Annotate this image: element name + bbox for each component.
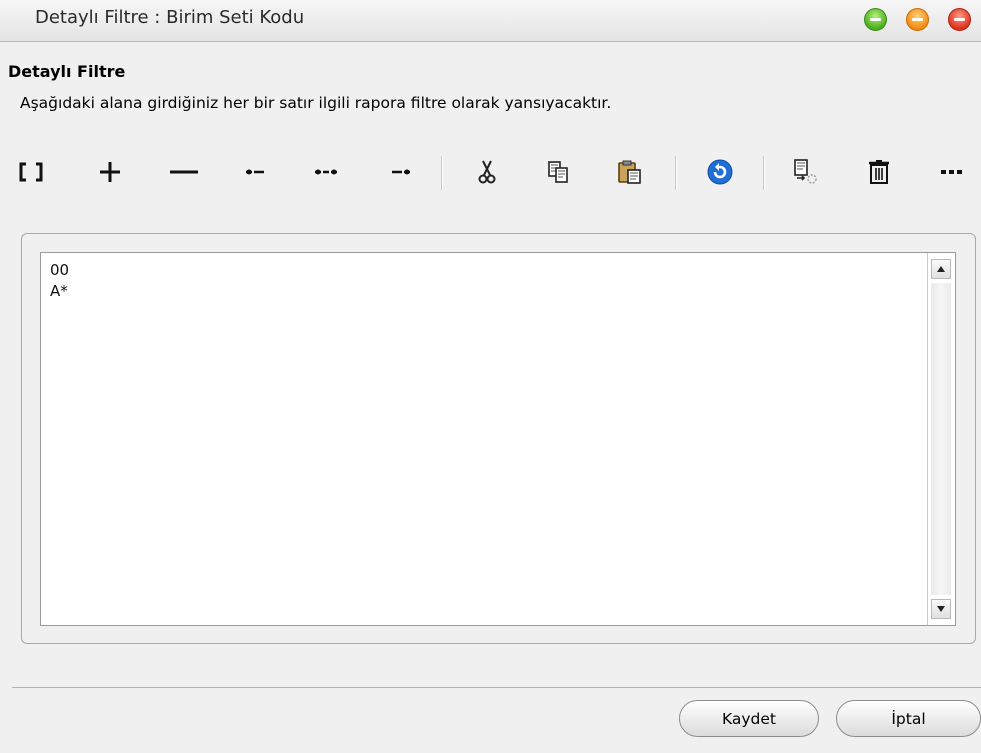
save-button-label: Kaydet — [721, 709, 776, 728]
toolbar-separator — [675, 156, 677, 190]
arrow-down-icon — [937, 606, 945, 612]
section-description: Aşağıdaki alana girdiğiniz her bir satır… — [20, 94, 612, 112]
more-icon — [941, 170, 962, 174]
scroll-up-button[interactable] — [931, 259, 951, 279]
filter-text[interactable]: 00 A* — [50, 260, 69, 302]
dash-dot-icon — [392, 169, 410, 175]
cancel-button-label: İptal — [891, 709, 926, 728]
paste-button[interactable] — [608, 150, 652, 194]
dash-dot-button[interactable] — [379, 150, 423, 194]
brackets-icon — [19, 162, 43, 182]
trash-icon — [869, 160, 889, 184]
dot-dash-dot-icon — [315, 169, 337, 175]
toolbar-separator — [441, 156, 443, 190]
title-bar: Detaylı Filtre : Birim Seti Kodu — [0, 0, 981, 42]
undo-button[interactable] — [698, 150, 742, 194]
copy-button[interactable] — [536, 150, 580, 194]
save-button[interactable]: Kaydet — [679, 700, 819, 737]
undo-icon — [707, 159, 733, 185]
cut-icon — [478, 160, 496, 184]
brackets-button[interactable] — [9, 150, 53, 194]
dot-dash-dot-button[interactable] — [304, 150, 348, 194]
section-heading: Detaylı Filtre — [8, 62, 126, 81]
paste-icon — [618, 160, 641, 184]
plus-button[interactable] — [88, 150, 132, 194]
window-minimize-button[interactable] — [906, 8, 929, 31]
dot-dash-icon — [246, 169, 264, 175]
toolbar-separator — [763, 156, 765, 190]
trash-button[interactable] — [857, 150, 901, 194]
filter-textarea[interactable]: 00 A* — [40, 252, 956, 626]
minus-icon — [170, 170, 198, 174]
dot-dash-button[interactable] — [233, 150, 277, 194]
vertical-scrollbar[interactable] — [927, 253, 955, 625]
footer-divider — [12, 687, 981, 688]
minus-button[interactable] — [162, 150, 206, 194]
scroll-down-button[interactable] — [931, 599, 951, 619]
copy-icon — [548, 161, 568, 183]
window-close-button[interactable] — [948, 8, 971, 31]
arrow-up-icon — [937, 266, 945, 272]
window-green-button[interactable] — [864, 8, 887, 31]
cut-button[interactable] — [465, 150, 509, 194]
plus-icon — [100, 162, 120, 182]
cancel-button[interactable]: İptal — [836, 700, 981, 737]
toolbar — [0, 150, 981, 200]
more-button[interactable] — [930, 150, 974, 194]
window-title: Detaylı Filtre : Birim Seti Kodu — [35, 7, 305, 28]
document-export-icon — [794, 159, 817, 184]
document-export-button[interactable] — [784, 150, 828, 194]
scroll-track[interactable] — [931, 283, 951, 595]
